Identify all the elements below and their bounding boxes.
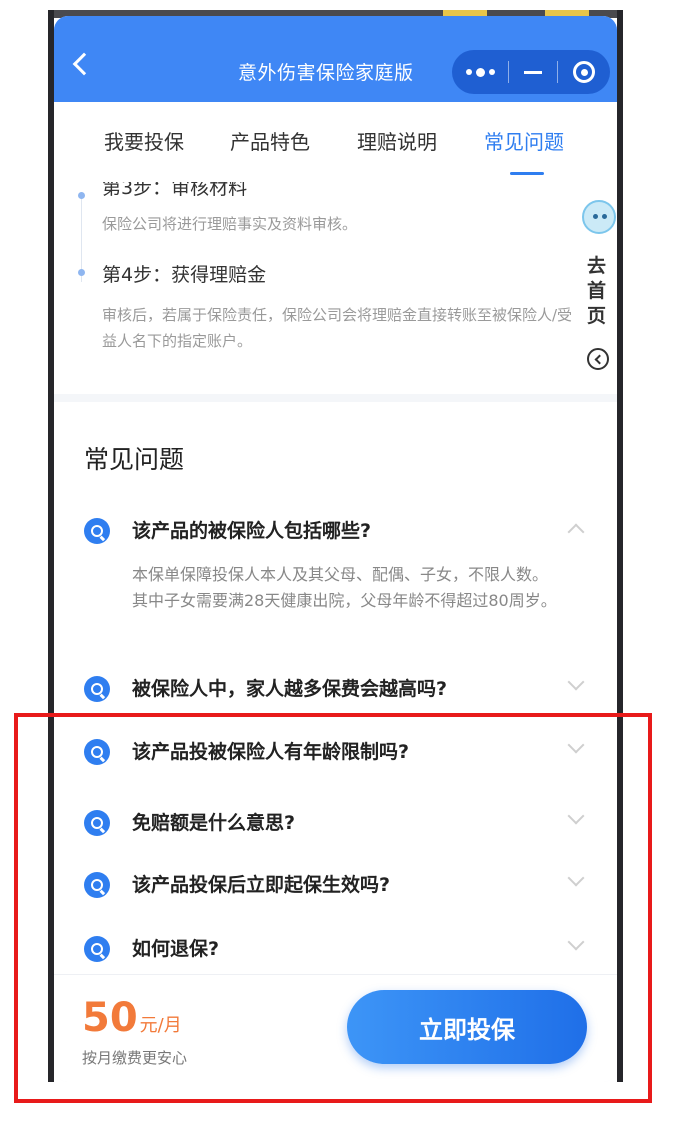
tab-features[interactable]: 产品特色	[230, 126, 310, 155]
go-home-label: 去首页	[587, 255, 607, 327]
go-home-widget[interactable]: 去首页	[578, 196, 617, 396]
chevron-down-icon	[567, 736, 585, 754]
chevron-down-icon	[567, 933, 585, 951]
faq-question: 被保险人中，家人越多保费会越高吗?	[132, 678, 448, 700]
faq-question: 免赔额是什么意思?	[132, 812, 296, 834]
faq-section: 常见问题 该产品的被保险人包括哪些? 本保单保障投保人本人及其父母、配偶、子女，…	[54, 394, 617, 974]
chevron-down-icon	[567, 673, 585, 691]
step-desc: 审核后，若属于保险责任，保险公司会将理赔金直接转账至被保险人/受益人名下的指定账…	[102, 306, 573, 350]
faq-answer: 本保单保障投保人本人及其父母、配偶、子女，不限人数。其中子女需要满28天健康出院…	[132, 565, 557, 610]
step-desc: 保险公司将进行理赔事实及资料审核。	[102, 215, 358, 233]
tab-bar: 我要投保 产品特色 理赔说明 常见问题	[54, 102, 617, 180]
question-icon	[84, 676, 110, 702]
question-icon	[84, 810, 110, 836]
tab-faq[interactable]: 常见问题	[484, 126, 564, 155]
question-icon	[84, 518, 110, 544]
price-amount: 50	[82, 995, 138, 1041]
price-unit: 元/月	[139, 1015, 182, 1036]
chevron-down-icon	[567, 869, 585, 887]
screen-edge-right	[617, 10, 623, 1082]
collapse-arrow-icon[interactable]	[587, 348, 609, 370]
buy-now-button[interactable]: 立即投保	[347, 990, 587, 1064]
minimize-icon[interactable]	[509, 50, 557, 94]
faq-question: 该产品的被保险人包括哪些?	[132, 520, 372, 542]
tab-apply[interactable]: 我要投保	[104, 126, 184, 155]
page-title: 意外伤害保险家庭版	[238, 62, 414, 84]
faq-question: 该产品投被保险人有年龄限制吗?	[132, 741, 410, 763]
active-tab-indicator	[510, 172, 544, 175]
capsule-menu	[452, 50, 610, 94]
header-bar: 意外伤害保险家庭版	[54, 16, 617, 102]
question-icon	[84, 739, 110, 765]
more-dots-icon[interactable]	[452, 50, 508, 94]
faq-heading: 常见问题	[84, 445, 185, 474]
mini-program-page: 意外伤害保险家庭版 我要投保 产品特色 理赔说明 常见问题 第3步：审核材料 保…	[54, 16, 617, 1082]
chevron-up-icon	[567, 523, 585, 541]
close-target-icon[interactable]	[558, 50, 610, 94]
price-subtitle: 按月缴费更安心	[82, 1049, 188, 1067]
back-icon[interactable]	[72, 52, 96, 76]
bottom-bar: 50 元/月 按月缴费更安心 立即投保	[54, 974, 617, 1082]
claim-steps: 第3步：审核材料 保险公司将进行理赔事实及资料审核。 第4步：获得理赔金 审核后…	[54, 180, 617, 394]
step-dot	[78, 269, 85, 276]
faq-question: 如何退保?	[132, 938, 220, 960]
tab-claims[interactable]: 理赔说明	[357, 126, 437, 155]
step-title: 第4步：获得理赔金	[102, 264, 267, 286]
step-dot	[78, 192, 85, 199]
faq-question: 该产品投保后立即起保生效吗?	[132, 874, 391, 896]
chevron-down-icon	[567, 807, 585, 825]
mascot-icon	[582, 200, 616, 234]
question-icon	[84, 936, 110, 962]
question-icon	[84, 872, 110, 898]
price: 50 元/月	[82, 995, 182, 1041]
